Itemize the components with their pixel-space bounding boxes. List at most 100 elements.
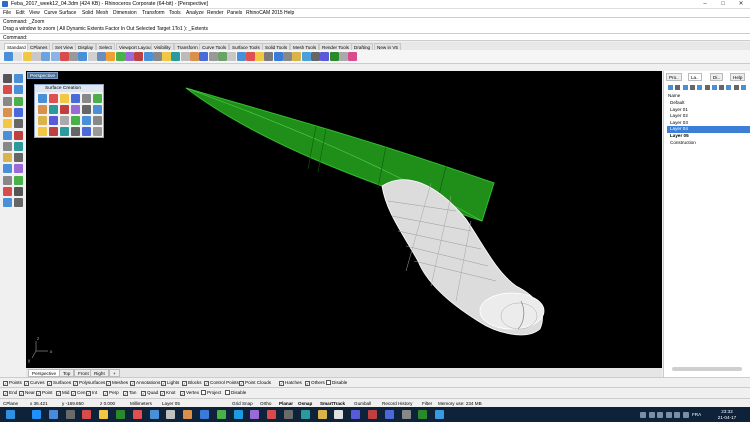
side-tool-icon[interactable] xyxy=(3,130,12,140)
surface-tool-icon[interactable] xyxy=(38,116,47,125)
side-tool-icon[interactable] xyxy=(14,85,23,95)
checkbox[interactable]: ✓ xyxy=(3,381,8,386)
surface-tool-icon[interactable] xyxy=(49,94,58,103)
side-tool-icon[interactable] xyxy=(14,141,23,151)
toolbar-tool-icon[interactable] xyxy=(199,52,209,61)
panel-scrollbar[interactable] xyxy=(672,367,742,371)
taskbar-app-icon[interactable] xyxy=(418,410,428,419)
surface-tool-icon[interactable] xyxy=(71,105,80,114)
status-smarttrack[interactable]: SmartTrack xyxy=(320,400,345,407)
surface-tool-icon[interactable] xyxy=(93,116,102,125)
side-tool-icon[interactable] xyxy=(14,119,23,129)
side-tool-icon[interactable] xyxy=(3,198,12,208)
checkbox[interactable] xyxy=(201,390,206,395)
toolbar-tool-icon[interactable] xyxy=(338,52,348,61)
side-tool-icon[interactable] xyxy=(3,96,12,106)
checkbox[interactable] xyxy=(225,390,230,395)
panel-tab-3[interactable]: Help xyxy=(730,73,746,81)
side-tool-icon[interactable] xyxy=(3,107,12,117)
menu-item-dimension[interactable]: Dimension xyxy=(113,10,137,16)
status-osnap[interactable]: Osnap xyxy=(298,400,312,407)
checkbox[interactable]: ✓ xyxy=(130,381,135,386)
status-planar[interactable]: Planar xyxy=(279,400,293,407)
surface-tool-icon[interactable] xyxy=(93,127,102,136)
toolbar-tool-icon[interactable] xyxy=(227,52,237,61)
toolbar-tool-icon[interactable] xyxy=(50,52,60,61)
toolbar-tool-icon[interactable] xyxy=(97,52,106,61)
toolbar-tab-visibility[interactable]: Visibility xyxy=(151,43,174,50)
side-tool-icon[interactable] xyxy=(3,85,12,95)
side-tool-icon[interactable] xyxy=(3,153,12,163)
taskbar-app-icon[interactable] xyxy=(149,410,159,419)
toolbar-tool-icon[interactable] xyxy=(208,52,218,61)
menu-item-help[interactable]: Help xyxy=(284,10,294,16)
menu-item-solid[interactable]: Solid xyxy=(82,10,93,16)
checkbox[interactable]: ✓ xyxy=(160,391,165,396)
side-tool-icon[interactable] xyxy=(14,96,23,106)
surface-tool-icon[interactable] xyxy=(71,127,80,136)
menu-item-curve[interactable]: Curve xyxy=(44,10,57,16)
toolbar-tool-icon[interactable] xyxy=(190,52,199,61)
osnap-control-points[interactable]: ✓ Control Points xyxy=(204,380,239,386)
toolbar-tool-icon[interactable] xyxy=(115,52,125,61)
taskbar-app-icon[interactable] xyxy=(82,410,92,419)
taskbar-app-icon[interactable] xyxy=(116,410,125,419)
taskbar-app-icon[interactable] xyxy=(401,410,411,419)
close-button[interactable]: ✕ xyxy=(732,0,750,9)
layer-toolbar-icon[interactable] xyxy=(719,85,725,90)
toolbar-tool-icon[interactable] xyxy=(310,52,320,61)
toolbar-tab-curve-tools[interactable]: Curve Tools xyxy=(199,43,230,50)
osnap-meshes[interactable]: ✓ Meshes xyxy=(106,380,128,386)
tray-icon[interactable] xyxy=(665,412,672,418)
layer-toolbar-icon[interactable] xyxy=(697,85,703,90)
checkbox[interactable]: ✓ xyxy=(73,381,78,386)
checkbox[interactable]: ✓ xyxy=(47,381,52,386)
toolbar-tool-icon[interactable] xyxy=(245,52,255,61)
taskbar-app-icon[interactable] xyxy=(267,410,277,419)
toolbar-tool-icon[interactable] xyxy=(106,52,116,61)
toolbar-tool-icon[interactable] xyxy=(348,52,358,61)
status-ortho[interactable]: Ortho xyxy=(260,400,272,407)
tray-icon[interactable] xyxy=(640,412,646,418)
toolbar-tool-icon[interactable] xyxy=(143,52,153,61)
surface-tool-icon[interactable] xyxy=(82,116,91,125)
view-tab-add[interactable]: + xyxy=(109,369,120,377)
surface-tool-icon[interactable] xyxy=(82,94,91,103)
taskbar-app-icon[interactable] xyxy=(132,410,142,419)
osnap-cen[interactable]: ✓ Cen xyxy=(71,390,85,396)
taskbar-app-icon[interactable] xyxy=(166,410,176,419)
checkbox[interactable]: ✓ xyxy=(305,381,310,386)
toolbar-tool-icon[interactable] xyxy=(4,52,13,61)
layer-row[interactable]: Default xyxy=(667,100,750,106)
menu-item-transform[interactable]: Transform xyxy=(142,10,165,16)
checkbox[interactable]: ✓ xyxy=(141,391,146,396)
toolbar-tool-icon[interactable] xyxy=(171,52,181,61)
checkbox[interactable]: ✓ xyxy=(24,381,29,386)
layer-row[interactable]: Construction xyxy=(667,140,750,146)
taskbar-app-icon[interactable] xyxy=(317,410,327,419)
osnap-near[interactable]: ✓ Near xyxy=(19,390,35,396)
layer-toolbar-icon[interactable] xyxy=(675,85,681,90)
checkbox[interactable]: ✓ xyxy=(279,381,284,386)
layer-toolbar-icon[interactable] xyxy=(711,85,717,90)
toolbar-tab-render-tools[interactable]: Render Tools xyxy=(319,43,352,50)
command-line[interactable]: Command: xyxy=(0,33,750,41)
toolbar-tool-icon[interactable] xyxy=(236,52,246,61)
menu-item-file[interactable]: File xyxy=(3,10,11,16)
checkbox[interactable]: ✓ xyxy=(239,381,244,386)
checkbox[interactable]: ✓ xyxy=(86,391,91,396)
toolbar-tab-select[interactable]: Select xyxy=(96,43,115,50)
layer-toolbar-icon[interactable] xyxy=(682,85,688,90)
toolbar-tab-cplanes[interactable]: CPlanes xyxy=(27,43,51,50)
osnap-annotations[interactable]: ✓ Annotations xyxy=(130,380,160,386)
menu-item-mesh[interactable]: Mesh xyxy=(96,10,108,16)
layer-row[interactable]: Layer 02 xyxy=(667,113,750,119)
toolbar-tool-icon[interactable] xyxy=(31,52,41,61)
menu-item-view[interactable]: View xyxy=(29,10,40,16)
taskbar-app-icon[interactable] xyxy=(334,410,344,419)
taskbar-app-icon[interactable] xyxy=(216,410,226,419)
toolbar-tool-icon[interactable] xyxy=(255,52,265,61)
side-tool-icon[interactable] xyxy=(14,107,23,117)
taskbar-app-icon[interactable] xyxy=(183,410,193,419)
toolbar-tool-icon[interactable] xyxy=(41,52,51,61)
